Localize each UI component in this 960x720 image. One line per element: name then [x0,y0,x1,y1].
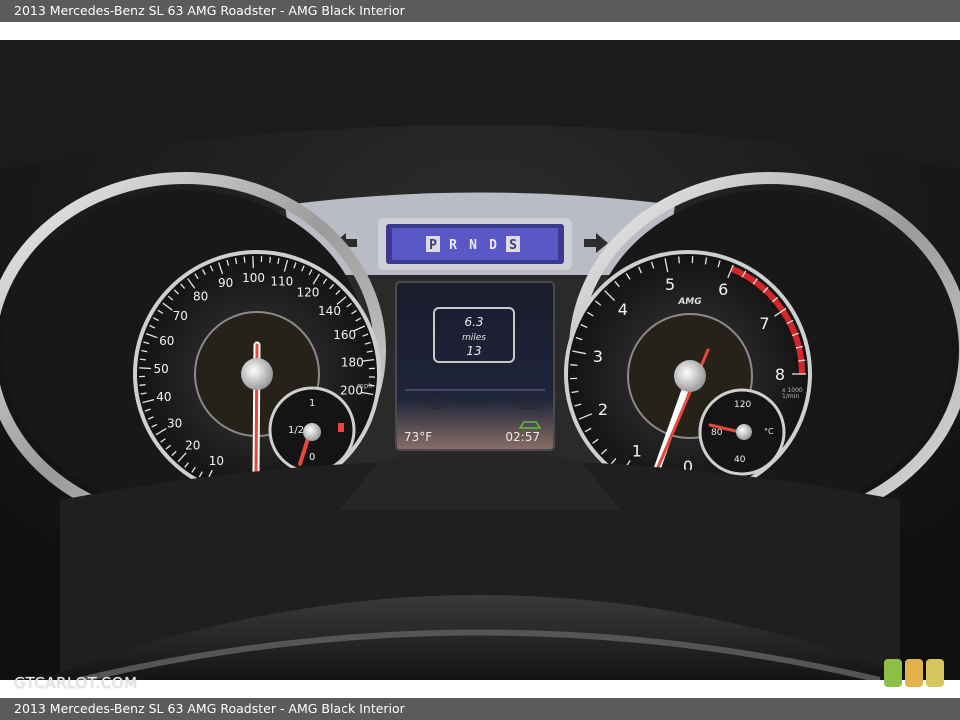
speed-label-90: 90 [218,276,233,290]
temp-low-label: 40 [734,455,746,465]
rpm-label-2: 2 [598,400,608,419]
speed-label-110: 110 [270,274,293,288]
speed-label-120: 120 [296,286,319,300]
speed-label-160: 160 [333,328,356,342]
fuel-full-label: 1 [309,398,315,409]
title-bar-bottom: 2013 Mercedes-Benz SL 63 AMG Roadster - … [0,698,960,720]
speed-tick [139,384,146,386]
badge-green [884,659,902,687]
rpm-tick [678,256,680,264]
trip-unit: miles [462,333,486,343]
speed-label-10: 10 [209,454,224,468]
gear-n: N [469,238,477,253]
speed-tick [139,367,152,370]
speed-label-60: 60 [159,334,174,348]
tach-unit-line2: 1/min [782,393,799,400]
outside-temperature: 73°F [404,430,432,444]
temp-unit-label: °C [764,427,774,436]
rpm-label-3: 3 [593,347,603,366]
speed-label-140: 140 [318,304,341,318]
badge-yellow [926,659,944,687]
speed-label-30: 30 [167,416,182,430]
speed-label-20: 20 [185,438,200,452]
rpm-label-6: 6 [718,280,728,299]
rpm-tick [570,364,578,366]
temp-high-label: 120 [734,400,751,410]
speed-label-70: 70 [173,309,188,323]
speed-label-180: 180 [341,355,364,369]
gear-d: D [489,238,497,253]
speed-label-80: 80 [193,289,208,303]
speed-label-50: 50 [153,362,168,376]
instrument-cluster-photo: PRNDS 6.3 miles 13 73°F 02:57 10 20 30 40 50… [0,40,960,680]
fuel-half-label: 1/2 [288,425,304,436]
gear-r: R [449,238,457,253]
rpm-label-4: 4 [618,300,628,319]
fuel-pump-icon [338,423,344,432]
speed-label-40: 40 [156,390,171,404]
rpm-tick [798,359,806,362]
speed-tick [139,358,146,361]
fuel-empty-label: 0 [309,452,315,463]
speed-tick [243,256,246,263]
gear-s: S [509,238,517,253]
title-bar-top: 2013 Mercedes-Benz SL 63 AMG Roadster - … [0,0,960,22]
trip-distance: 6.3 [464,315,483,329]
speed-tick [269,256,272,263]
rpm-label-1: 1 [632,442,642,461]
watermark: GTCARLOT.COM [14,674,138,692]
center-display: 6.3 miles 13 73°F 02:57 [395,281,555,451]
clock: 02:57 [505,430,540,444]
gear-indicator: PRNDS [378,218,572,270]
temp-mid-label: 80 [711,428,723,438]
trip-count: 13 [466,344,481,358]
badge-orange [905,659,923,687]
rating-badges [884,659,944,687]
speed-unit: mph [357,382,373,390]
rpm-label-8: 8 [775,365,785,384]
rpm-label-7: 7 [759,314,769,333]
gear-p: P [429,238,437,253]
speed-label-100: 100 [242,271,265,285]
rpm-label-5: 5 [665,275,675,294]
amg-logo: AMG [677,297,701,307]
